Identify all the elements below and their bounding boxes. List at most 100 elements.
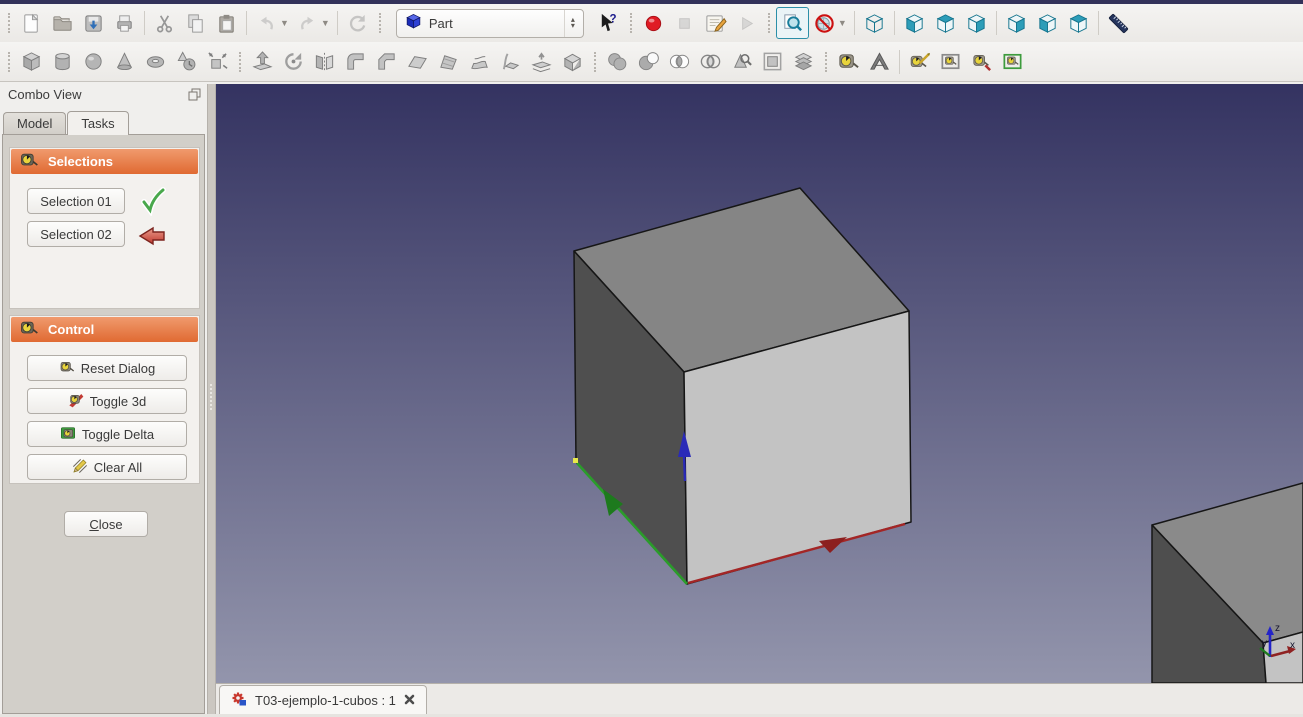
tape-measure-red-icon bbox=[68, 392, 84, 411]
primitive-box-icon[interactable] bbox=[16, 47, 47, 77]
combo-view-panel: Combo View Model Tasks Selections Select… bbox=[0, 84, 207, 717]
copy-icon[interactable] bbox=[180, 8, 211, 38]
open-file-icon[interactable] bbox=[47, 8, 78, 38]
view-right-icon[interactable] bbox=[961, 8, 992, 38]
toolbar-drag-handle[interactable] bbox=[767, 13, 770, 33]
tape-measure-icon bbox=[59, 359, 75, 378]
toggle-3d-button[interactable]: Toggle 3d bbox=[27, 388, 187, 414]
save-icon[interactable] bbox=[78, 8, 109, 38]
view-front-icon[interactable] bbox=[899, 8, 930, 38]
view-top-icon[interactable] bbox=[930, 8, 961, 38]
primitive-cylinder-icon[interactable] bbox=[47, 47, 78, 77]
toolbar-drag-handle[interactable] bbox=[629, 13, 632, 33]
toolbar-separator bbox=[336, 11, 338, 35]
measure-angular-icon[interactable] bbox=[864, 47, 895, 77]
measure-toggle-all-icon[interactable] bbox=[935, 47, 966, 77]
create-primitives-icon[interactable] bbox=[171, 47, 202, 77]
redo-icon[interactable] bbox=[292, 8, 323, 38]
toolbar-drag-handle[interactable] bbox=[825, 51, 827, 72]
toolbar-drag-handle[interactable] bbox=[594, 51, 596, 72]
workbench-selector[interactable]: Part ▴ ▾ bbox=[395, 8, 584, 38]
dropdown-caret-icon[interactable]: ▼ bbox=[838, 18, 847, 28]
tab-tasks[interactable]: Tasks bbox=[67, 111, 129, 135]
selections-section: Selections Selection 01 Selection 02 bbox=[9, 147, 200, 309]
combo-view-title: Combo View bbox=[8, 87, 82, 102]
boolean-union-icon[interactable] bbox=[602, 47, 633, 77]
document-tab-bar: T03-ejemplo-1-cubos : 1 bbox=[216, 683, 1303, 715]
panel-splitter[interactable] bbox=[207, 84, 216, 717]
close-button[interactable]: Close bbox=[64, 511, 148, 537]
check-geometry-icon[interactable] bbox=[726, 47, 757, 77]
toolbar-separator bbox=[1097, 11, 1099, 35]
view-bottom-icon[interactable] bbox=[1032, 8, 1063, 38]
undo-icon[interactable] bbox=[251, 8, 282, 38]
macro-edit-icon[interactable] bbox=[700, 8, 731, 38]
check-icon bbox=[138, 184, 170, 218]
sweep-icon[interactable] bbox=[495, 47, 526, 77]
view-left-icon[interactable] bbox=[1063, 8, 1094, 38]
red-arrow-icon bbox=[136, 220, 168, 252]
fit-all-icon[interactable] bbox=[775, 7, 809, 39]
toggle-delta-button[interactable]: Toggle Delta bbox=[27, 421, 187, 447]
paste-icon[interactable] bbox=[211, 8, 242, 38]
boolean-section-icon[interactable] bbox=[695, 47, 726, 77]
macro-record-icon[interactable] bbox=[638, 8, 669, 38]
boolean-cut-icon[interactable] bbox=[633, 47, 664, 77]
boolean-common-icon[interactable] bbox=[664, 47, 695, 77]
fillet-icon[interactable] bbox=[340, 47, 371, 77]
primitive-sphere-icon[interactable] bbox=[78, 47, 109, 77]
macro-play-icon[interactable] bbox=[731, 8, 762, 38]
measure-toggle-3d-icon[interactable] bbox=[966, 47, 997, 77]
refresh-icon[interactable] bbox=[342, 8, 373, 38]
control-section: Control Reset Dialog Toggle 3d Toggle De… bbox=[9, 315, 200, 484]
mirror-icon[interactable] bbox=[309, 47, 340, 77]
3d-viewport[interactable]: zx y bbox=[216, 84, 1303, 683]
selection-01-button[interactable]: Selection 01 bbox=[27, 188, 125, 214]
measure-toggle-delta-icon[interactable] bbox=[997, 47, 1028, 77]
print-icon[interactable] bbox=[109, 8, 140, 38]
whats-this-icon[interactable]: ? bbox=[593, 8, 624, 38]
primitive-torus-icon[interactable] bbox=[140, 47, 171, 77]
offset-icon[interactable] bbox=[526, 47, 557, 77]
cut-icon[interactable] bbox=[149, 8, 180, 38]
new-document-icon[interactable] bbox=[16, 8, 47, 38]
workbench-selected-label: Part bbox=[428, 15, 453, 31]
revolve-icon[interactable] bbox=[278, 47, 309, 77]
primitive-cone-icon[interactable] bbox=[109, 47, 140, 77]
cross-sections-icon[interactable] bbox=[788, 47, 819, 77]
tab-model[interactable]: Model bbox=[3, 112, 67, 134]
view-rear-icon[interactable] bbox=[1001, 8, 1032, 38]
measure-refresh-icon[interactable] bbox=[904, 47, 935, 77]
axis-label-y: y bbox=[1262, 638, 1267, 649]
toolbar-separator bbox=[893, 11, 895, 35]
view-axonometric-icon[interactable] bbox=[859, 8, 890, 38]
make-face-icon[interactable] bbox=[402, 47, 433, 77]
panel-float-icon[interactable] bbox=[188, 88, 201, 101]
defeaturing-icon[interactable] bbox=[757, 47, 788, 77]
macro-stop-icon[interactable] bbox=[669, 8, 700, 38]
thickness-icon[interactable] bbox=[557, 47, 588, 77]
workbench-cube-icon bbox=[405, 13, 422, 33]
toolbar-drag-handle[interactable] bbox=[378, 13, 381, 33]
loft-icon[interactable] bbox=[464, 47, 495, 77]
selections-section-title: Selections bbox=[48, 154, 114, 169]
toolbar-separator bbox=[995, 11, 997, 35]
toolbar-drag-handle[interactable] bbox=[239, 51, 241, 72]
shape-builder-icon[interactable] bbox=[202, 47, 233, 77]
selection-02-button[interactable]: Selection 02 bbox=[27, 221, 125, 247]
measure-linear-icon[interactable] bbox=[833, 47, 864, 77]
measure-distance-icon[interactable] bbox=[1103, 8, 1134, 38]
clear-all-button[interactable]: Clear All bbox=[27, 454, 187, 480]
document-tab[interactable]: T03-ejemplo-1-cubos : 1 bbox=[219, 685, 427, 714]
workbench-spinner[interactable]: ▴ ▾ bbox=[563, 9, 581, 37]
chamfer-icon[interactable] bbox=[371, 47, 402, 77]
toolbar-drag-handle[interactable] bbox=[8, 51, 10, 72]
tab-close-icon[interactable] bbox=[404, 693, 415, 708]
reset-dialog-button[interactable]: Reset Dialog bbox=[27, 355, 187, 381]
draw-style-icon[interactable] bbox=[809, 8, 840, 38]
toolbar-file-macro-view: ▼ ▼ Part ▴ ▾? ▼ bbox=[0, 4, 1303, 42]
delta-green-icon bbox=[60, 425, 76, 444]
extrude-icon[interactable] bbox=[247, 47, 278, 77]
ruled-surface-icon[interactable] bbox=[433, 47, 464, 77]
toolbar-drag-handle[interactable] bbox=[8, 13, 10, 33]
